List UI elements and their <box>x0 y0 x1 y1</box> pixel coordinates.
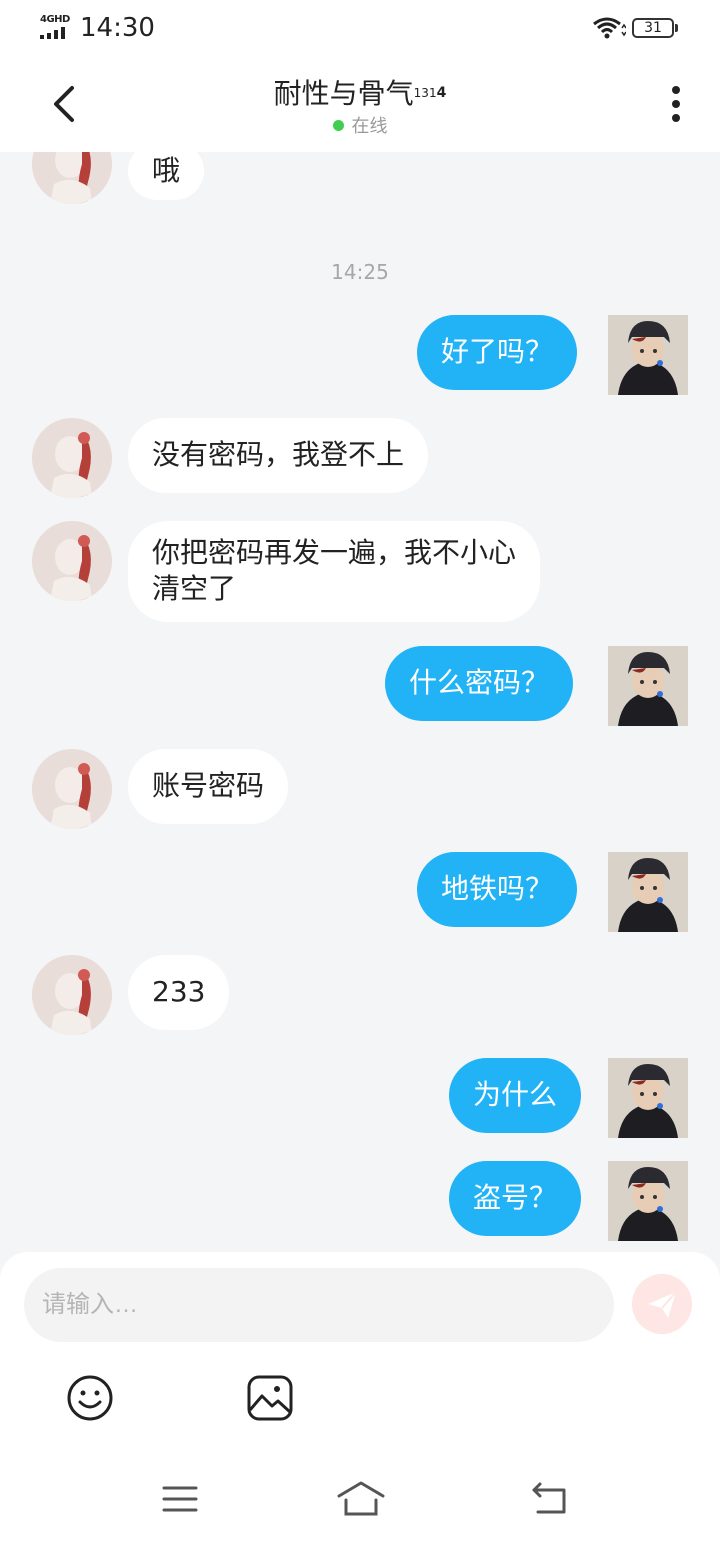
presence-label: 在线 <box>351 116 388 137</box>
outgoing-message[interactable]: 什么密码？ <box>385 646 574 721</box>
contact-name: 耐性与骨气 <box>273 77 414 110</box>
incoming-message[interactable]: 没有密码，我登不上 <box>128 418 429 493</box>
smiley-icon[interactable] <box>66 1374 114 1422</box>
contact-badge: 1314 <box>413 84 447 101</box>
battery-level: 31 <box>632 18 674 38</box>
message-input[interactable] <box>24 1268 614 1342</box>
image-icon[interactable] <box>246 1374 294 1422</box>
wifi-icon <box>593 17 626 39</box>
paper-plane-icon <box>648 1291 677 1318</box>
contact-avatar[interactable] <box>32 521 112 601</box>
conversation-title: 耐性与骨气1314 <box>0 72 720 112</box>
battery-icon: 31 <box>632 18 678 38</box>
contact-avatar[interactable] <box>32 749 112 829</box>
composer-panel <box>0 1252 720 1544</box>
more-options-icon[interactable] <box>664 82 688 126</box>
network-label: 4GHD <box>40 14 70 25</box>
online-dot-icon <box>332 120 344 131</box>
chat-header: 耐性与骨气1314 在线 <box>0 56 720 152</box>
network-indicator: 4GHD <box>40 14 72 40</box>
user-avatar[interactable] <box>608 315 688 395</box>
chat-screen: 4GHD 14:30 31 耐性与骨气1314 在线 哦 14:25 好了吗？ … <box>0 0 720 1544</box>
signal-icon <box>40 27 72 39</box>
user-avatar[interactable] <box>608 852 688 932</box>
status-time: 14:30 <box>80 13 155 43</box>
user-avatar[interactable] <box>608 1058 688 1138</box>
menu-icon[interactable] <box>162 1484 198 1514</box>
outgoing-message[interactable]: 盗号？ <box>449 1161 582 1236</box>
incoming-message[interactable]: 你把密码再发一遍，我不小心 清空了 <box>128 521 541 622</box>
incoming-message[interactable]: 哦 <box>128 152 205 200</box>
send-button[interactable] <box>632 1274 692 1334</box>
message-list[interactable]: 哦 14:25 好了吗？ 没有密码，我登不上 你把密码再发一遍，我不小心 清空了… <box>0 152 720 1252</box>
incoming-message[interactable]: 账号密码 <box>128 749 289 824</box>
user-avatar[interactable] <box>608 646 688 726</box>
status-bar: 4GHD 14:30 31 <box>0 0 720 56</box>
message-timestamp: 14:25 <box>331 260 389 284</box>
user-avatar[interactable] <box>608 1161 688 1241</box>
outgoing-message[interactable]: 好了吗？ <box>417 315 578 390</box>
incoming-message[interactable]: 233 <box>128 955 230 1030</box>
home-icon[interactable] <box>336 1480 386 1518</box>
outgoing-message[interactable]: 地铁吗？ <box>417 852 578 927</box>
contact-avatar[interactable] <box>32 955 112 1035</box>
presence-status: 在线 <box>0 112 720 138</box>
outgoing-message[interactable]: 为什么 <box>449 1058 582 1133</box>
contact-avatar[interactable] <box>32 418 112 498</box>
contact-avatar[interactable] <box>32 152 112 204</box>
back-icon[interactable] <box>530 1480 568 1516</box>
